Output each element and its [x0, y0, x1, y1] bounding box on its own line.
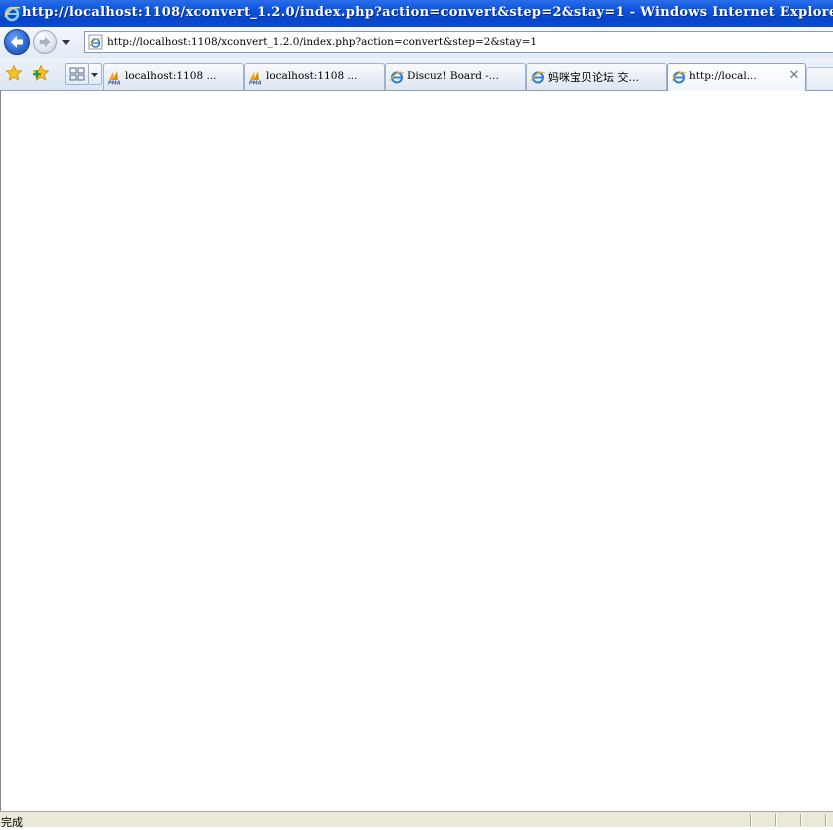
tab-4[interactable]: 妈咪宝贝论坛 交...	[526, 63, 667, 90]
tab-list-dropdown[interactable]	[89, 63, 102, 85]
tab-3[interactable]: Discuz! Board -...	[385, 63, 526, 90]
tab-label: localhost:1108 ...	[266, 70, 358, 82]
quick-tabs-button[interactable]	[65, 63, 89, 85]
tab-label: localhost:1108 ...	[125, 70, 217, 82]
address-bar[interactable]: http://localhost:1108/xconvert_1.2.0/ind…	[84, 31, 833, 53]
arrow-right-icon	[39, 36, 51, 48]
status-pane-divider	[825, 814, 826, 826]
ie-logo-icon	[4, 6, 21, 22]
window-title: http://localhost:1108/xconvert_1.2.0/ind…	[22, 5, 833, 20]
pma-icon: PMA	[108, 71, 121, 86]
arrow-left-icon	[11, 36, 23, 48]
tab-label: http://local...	[689, 70, 757, 82]
ie-page-icon	[671, 71, 687, 84]
tab-5-active[interactable]: http://local... ✕	[667, 63, 806, 91]
status-pane-divider	[750, 814, 751, 826]
status-pane-divider	[800, 814, 801, 826]
ie-page-icon	[530, 71, 546, 84]
recent-pages-dropdown-icon[interactable]	[60, 36, 72, 48]
add-favorites-icon[interactable]	[32, 64, 50, 82]
status-pane-divider	[775, 814, 776, 826]
navigation-bar: http://localhost:1108/xconvert_1.2.0/ind…	[0, 27, 833, 58]
new-tab-button[interactable]	[806, 67, 833, 89]
status-text: 完成	[1, 816, 23, 829]
ie-page-icon	[88, 34, 103, 50]
tab-1[interactable]: PMA localhost:1108 ...	[103, 63, 244, 90]
forward-button[interactable]	[33, 30, 57, 54]
status-bar: 完成	[0, 811, 833, 829]
chevron-down-icon	[91, 73, 98, 77]
address-url[interactable]: http://localhost:1108/xconvert_1.2.0/ind…	[107, 36, 537, 48]
pma-icon: PMA	[249, 71, 262, 86]
tab-2[interactable]: PMA localhost:1108 ...	[244, 63, 385, 90]
ie-page-icon	[389, 71, 405, 84]
favorites-star-icon[interactable]	[5, 64, 23, 82]
close-tab-icon[interactable]: ✕	[788, 69, 800, 83]
svg-text:PMA: PMA	[108, 81, 121, 86]
page-content[interactable]	[0, 91, 833, 811]
tab-label: 妈咪宝贝论坛 交...	[548, 71, 639, 84]
back-button[interactable]	[4, 29, 30, 55]
quick-tabs-grid-icon	[69, 67, 85, 81]
tab-bar: PMA localhost:1108 ... PMA localhost:110…	[0, 58, 833, 91]
tab-label: Discuz! Board -...	[407, 70, 499, 82]
title-bar[interactable]: http://localhost:1108/xconvert_1.2.0/ind…	[0, 0, 833, 27]
svg-text:PMA: PMA	[249, 81, 262, 86]
